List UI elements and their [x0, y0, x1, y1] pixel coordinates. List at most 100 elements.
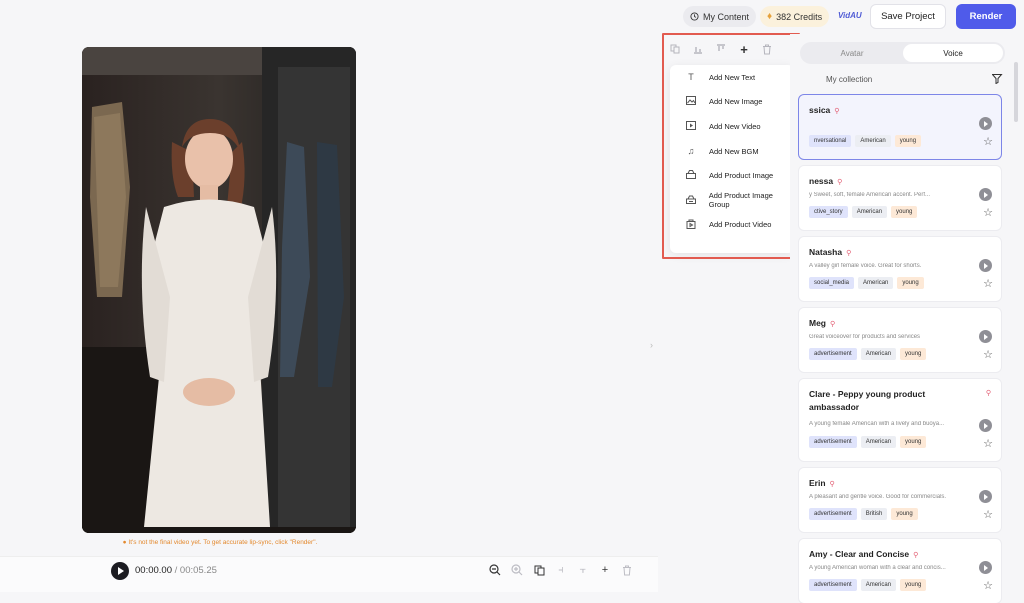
tag-style: advertisement — [809, 579, 857, 591]
product-image-icon — [684, 170, 698, 181]
top-bar: My Content ♦ 382 Credits VidAU Save Proj… — [0, 0, 1024, 34]
zoom-out-icon[interactable] — [488, 563, 502, 577]
save-project-button[interactable]: Save Project — [870, 4, 946, 29]
voice-name: Erin ⚲ — [809, 478, 835, 488]
editor-app: My Content ♦ 382 Credits VidAU Save Proj… — [0, 0, 1024, 603]
align-top-icon[interactable] — [714, 42, 728, 56]
collapse-panel-chevron-icon[interactable]: › — [650, 340, 653, 350]
copy-icon[interactable] — [532, 563, 546, 577]
star-icon[interactable]: ☆ — [983, 579, 993, 592]
menu-add-new-bgm[interactable]: ♫ Add New BGM — [670, 139, 794, 164]
voice-name: Meg ⚲ — [809, 318, 836, 328]
voice-card[interactable]: Amy - Clear and Concise ⚲ A young America… — [798, 538, 1002, 603]
tab-voice[interactable]: Voice — [903, 44, 1003, 62]
pin-icon: ⚲ — [829, 481, 835, 488]
add-element-menu: T Add New Text Add New Image Add New Vid… — [670, 65, 794, 253]
voice-tags: advertisement British young — [809, 508, 918, 520]
tag-style: social_media — [809, 277, 855, 289]
delete-icon[interactable] — [760, 42, 774, 56]
voice-card[interactable]: Natasha ⚲ A valley girl female voice. Gre… — [798, 236, 1002, 302]
star-icon[interactable]: ☆ — [983, 135, 993, 148]
my-collection-toggle[interactable]: My collection — [826, 75, 872, 84]
add-element-icon[interactable]: + — [737, 42, 751, 57]
tag-accent: American — [860, 436, 897, 448]
voice-tags: social_media American young — [809, 277, 924, 289]
menu-add-new-video[interactable]: Add New Video — [670, 114, 794, 139]
split-right-icon[interactable]: ⫟ — [576, 563, 590, 577]
product-image-group-icon — [684, 195, 698, 206]
pin-icon: ⚲ — [846, 250, 852, 257]
tag-age: young — [897, 277, 924, 289]
menu-add-new-image[interactable]: Add New Image — [670, 90, 794, 115]
tag-style: advertisement — [809, 508, 857, 520]
voice-name: nessa ⚲ — [809, 176, 843, 186]
play-preview-button[interactable] — [979, 330, 992, 343]
voice-tags: advertisement American young — [809, 348, 927, 360]
timeline-tools: ⫞ ⫟ + — [488, 563, 634, 577]
pin-icon: ⚲ — [913, 552, 919, 559]
tag-age: young — [891, 206, 918, 218]
tag-accent: American — [860, 348, 897, 360]
play-preview-button[interactable] — [979, 188, 992, 201]
voice-description: A young American woman with a clear and … — [809, 565, 946, 571]
add-icon[interactable]: + — [598, 563, 612, 577]
my-content-label: My Content — [703, 11, 750, 22]
clock-icon — [690, 12, 699, 21]
menu-item-label: Add New Image — [709, 97, 763, 107]
align-bottom-icon[interactable] — [691, 42, 705, 56]
video-preview[interactable] — [82, 47, 356, 533]
voice-card[interactable]: Meg ⚲ Great voiceover for products and se… — [798, 307, 1002, 373]
star-icon[interactable]: ☆ — [983, 437, 993, 450]
voice-description: A valley girl female voice. Great for sh… — [809, 263, 922, 269]
tag-style: advertisement — [809, 348, 857, 360]
lipsync-warning-text: It's not the final video yet. To get acc… — [128, 539, 318, 546]
voice-panel: Avatar Voice My collection ssica ⚲ nversa… — [790, 34, 1012, 603]
filter-icon[interactable] — [991, 74, 1003, 87]
split-left-icon[interactable]: ⫞ — [554, 563, 568, 577]
menu-add-product-image-group[interactable]: Add Product Image Group — [670, 188, 794, 213]
pin-icon: ⚲ — [830, 321, 836, 328]
product-video-icon — [684, 219, 698, 231]
my-content-button[interactable]: My Content — [683, 6, 757, 27]
star-icon[interactable]: ☆ — [983, 277, 993, 290]
play-preview-button[interactable] — [979, 117, 992, 130]
star-icon[interactable]: ☆ — [983, 348, 993, 361]
voice-card[interactable]: nessa ⚲ y Sweet, soft, female American ac… — [798, 165, 1002, 231]
video-icon — [684, 120, 698, 132]
menu-add-new-text[interactable]: T Add New Text — [670, 65, 794, 90]
voice-card[interactable]: Erin ⚲ A pleasant and gentle voice. Good … — [798, 467, 1002, 533]
menu-add-product-video[interactable]: Add Product Video — [670, 213, 794, 238]
play-button[interactable] — [111, 562, 129, 580]
tag-style: ctive_story — [809, 206, 848, 218]
menu-item-label: Add Product Video — [709, 220, 772, 230]
menu-item-label: Add Product Image Group — [708, 191, 773, 210]
play-preview-button[interactable] — [979, 490, 992, 503]
preview-stage: ● It's not the final video yet. To get a… — [0, 34, 658, 603]
duplicate-icon[interactable] — [668, 42, 682, 56]
voice-name: Clare - Peppy young product ambassador — [809, 389, 926, 412]
zoom-in-icon[interactable] — [510, 563, 524, 577]
star-icon[interactable]: ☆ — [983, 508, 993, 521]
tag-accent: American — [860, 579, 897, 591]
voice-description: Great voiceover for products and service… — [809, 334, 921, 340]
play-preview-button[interactable] — [979, 419, 992, 432]
voice-list: ssica ⚲ nversational American young ☆ nes… — [798, 94, 1002, 603]
tag-accent: British — [860, 508, 888, 520]
render-button[interactable]: Render — [956, 4, 1016, 29]
panel-scrollbar[interactable] — [1014, 62, 1018, 122]
voice-name: Amy - Clear and Concise ⚲ — [809, 549, 919, 559]
time-total: 00:05.25 — [179, 565, 217, 576]
voice-card[interactable]: Clare - Peppy young product ambassador ⚲… — [798, 378, 1002, 462]
tab-avatar[interactable]: Avatar — [802, 44, 902, 62]
star-icon[interactable]: ☆ — [983, 206, 993, 219]
voice-tags: advertisement American young — [809, 579, 927, 591]
credits-badge[interactable]: ♦ 382 Credits — [760, 6, 830, 27]
play-preview-button[interactable] — [979, 259, 992, 272]
play-preview-button[interactable] — [979, 561, 992, 574]
gem-icon: ♦ — [767, 11, 773, 22]
voice-card[interactable]: ssica ⚲ nversational American young ☆ — [798, 94, 1002, 160]
lipsync-warning: ● It's not the final video yet. To get a… — [0, 539, 440, 546]
menu-add-product-image[interactable]: Add Product Image — [670, 163, 794, 188]
voice-name: ssica ⚲ — [809, 105, 840, 115]
trash-icon[interactable] — [620, 563, 634, 577]
